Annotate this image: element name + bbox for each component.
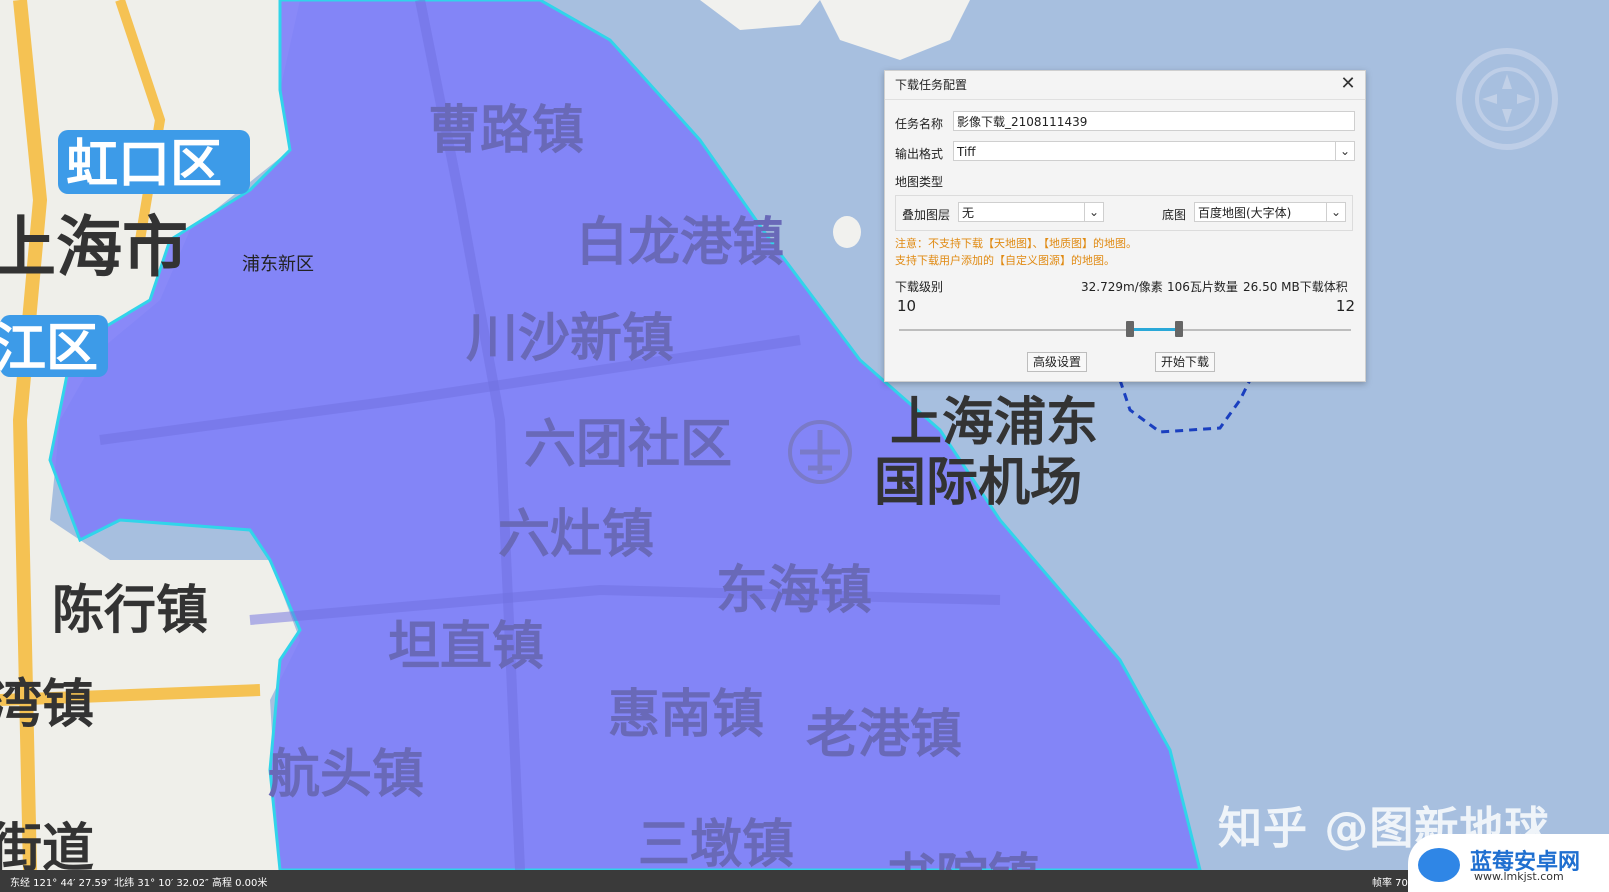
- task-name-input[interactable]: 影像下载_2108111439: [953, 111, 1355, 131]
- start-download-button[interactable]: 开始下载: [1155, 352, 1215, 372]
- city-label-shanghai: 上海市: [0, 209, 188, 286]
- brand-url: www.lmkjst.com: [1474, 870, 1564, 883]
- output-format-select[interactable]: Tiff ⌄: [953, 141, 1355, 161]
- tile-count-text: 106瓦片数量: [1167, 280, 1238, 294]
- output-format-label: 输出格式: [895, 147, 944, 161]
- airport-label-line2: 国际机场: [874, 453, 1082, 513]
- chevron-down-icon[interactable]: ⌄: [1335, 141, 1355, 161]
- town-label-chuansha: 川沙新镇: [466, 309, 674, 369]
- town-label-chenhang: 陈行镇: [52, 581, 208, 641]
- town-label-laogang: 老港镇: [806, 705, 962, 765]
- fps-readout: 帧率 70: [1372, 878, 1408, 889]
- advanced-settings-button[interactable]: 高级设置: [1027, 352, 1087, 372]
- district-label-hongkou: 虹口区: [66, 135, 222, 195]
- town-label-wan: 湾镇: [0, 675, 94, 735]
- overlay-layer-label: 叠加图层: [902, 208, 951, 222]
- brand-logo-icon: [1418, 848, 1460, 882]
- overlay-layer-value: 无: [962, 206, 975, 220]
- town-label-bailonggang: 白龙港镇: [576, 213, 784, 273]
- map-canvas[interactable]: 虹口区 江区 上海市 浦东新区 曹路镇 白龙港镇 川沙新镇 六团社区 六灶镇 东…: [0, 0, 1609, 892]
- district-label-partial: 江区: [0, 319, 98, 379]
- town-label-huinan: 惠南镇: [608, 685, 764, 745]
- task-name-label: 任务名称: [895, 117, 944, 131]
- basemap-select[interactable]: 百度地图(大字体) ⌄: [1194, 202, 1346, 222]
- town-label-liutuan: 六团社区: [524, 415, 732, 475]
- island: [833, 216, 861, 248]
- basemap-value: 百度地图(大字体): [1198, 206, 1292, 220]
- level-slider-range: [1129, 328, 1180, 331]
- town-label-tanzhi: 坦直镇: [388, 617, 544, 677]
- district-label-pudong: 浦东新区: [242, 254, 314, 275]
- close-icon[interactable]: ✕: [1339, 75, 1357, 93]
- level-max: 12: [1335, 297, 1355, 315]
- note-line-2: 支持下载用户添加的【自定义图源】的地图。: [895, 254, 1115, 267]
- map-type-label: 地图类型: [895, 175, 944, 189]
- coordinates-readout: 东经 121° 44′ 27.59″ 北纬 31° 10′ 32.02″ 高程 …: [10, 878, 268, 889]
- town-label-sandun: 三墩镇: [638, 815, 794, 875]
- town-label-caolu: 曹路镇: [428, 101, 584, 161]
- level-slider-low-handle[interactable]: [1125, 321, 1134, 337]
- compass-icon[interactable]: [1452, 44, 1562, 154]
- chevron-down-icon[interactable]: ⌄: [1326, 202, 1346, 222]
- island: [820, 0, 970, 60]
- note-line-1: 注意：不支持下载【天地图】、【地质图】的地图。: [895, 237, 1137, 250]
- download-task-dialog: 下载任务配置 ✕ 任务名称 影像下载_2108111439 输出格式 Tiff …: [884, 70, 1366, 382]
- status-bar: 东经 121° 44′ 27.59″ 北纬 31° 10′ 32.02″ 高程 …: [0, 870, 1609, 892]
- island: [700, 0, 820, 30]
- level-slider-high-handle[interactable]: [1175, 321, 1184, 337]
- map-type-group: 叠加图层 无 ⌄ 底图 百度地图(大字体) ⌄: [895, 195, 1353, 231]
- volume-text: 26.50 MB下载体积: [1243, 280, 1348, 294]
- resolution-text: 32.729m/像素: [1081, 280, 1163, 294]
- output-format-value: Tiff: [957, 145, 976, 159]
- dashed-boundary: [1118, 379, 1252, 434]
- overlay-layer-select[interactable]: 无 ⌄: [958, 202, 1104, 222]
- dialog-title: 下载任务配置: [885, 71, 1365, 100]
- download-level-label: 下载级别: [895, 280, 944, 294]
- town-label-donghai: 东海镇: [716, 561, 872, 621]
- basemap-label: 底图: [1162, 208, 1187, 222]
- level-min: 10: [897, 297, 917, 315]
- town-label-liuzao: 六灶镇: [498, 505, 654, 565]
- airport-label-line1: 上海浦东: [890, 393, 1098, 453]
- town-label-hangtou: 航头镇: [268, 745, 424, 805]
- chevron-down-icon[interactable]: ⌄: [1084, 202, 1104, 222]
